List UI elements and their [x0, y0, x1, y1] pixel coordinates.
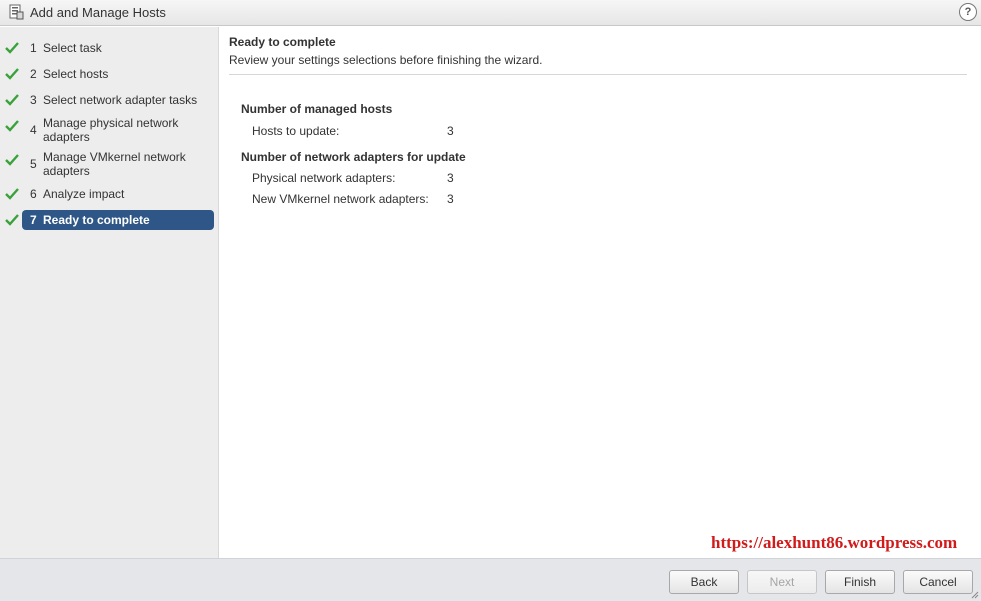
hosts-wizard-icon [9, 4, 24, 20]
step-number: 1 [30, 41, 37, 55]
step-label: Select network adapter tasks [43, 93, 198, 107]
step-number: 4 [30, 123, 37, 137]
step-number: 7 [30, 213, 37, 227]
divider [229, 74, 967, 75]
physical-adapters-value: 3 [447, 171, 454, 185]
physical-adapters-label: Physical network adapters: [252, 171, 396, 185]
watermark-url: https://alexhunt86.wordpress.com [711, 533, 958, 552]
step-label: Ready to complete [43, 213, 150, 227]
check-icon [5, 120, 19, 132]
resize-grip-icon[interactable] [971, 591, 979, 599]
page-title: Ready to complete [229, 35, 336, 49]
step-label: Select hosts [43, 67, 109, 81]
wizard-footer: Back Next Finish Cancel [0, 558, 981, 601]
step-label: Analyze impact [43, 187, 125, 201]
finish-button[interactable]: Finish [825, 570, 895, 594]
back-button[interactable]: Back [669, 570, 739, 594]
check-icon [5, 68, 19, 80]
check-icon [5, 214, 19, 226]
step-number: 6 [30, 187, 37, 201]
cancel-button[interactable]: Cancel [903, 570, 973, 594]
step-number: 3 [30, 93, 37, 107]
step-label: Manage physical network adapters [43, 116, 179, 144]
hosts-to-update-label: Hosts to update: [252, 124, 340, 138]
section-title-network-adapters: Number of network adapters for update [241, 150, 466, 164]
title-bar: Add and Manage Hosts ? [0, 0, 981, 26]
step-label: Select task [43, 41, 102, 55]
vmkernel-adapters-value: 3 [447, 192, 454, 206]
check-icon [5, 154, 19, 166]
wizard-steps-sidebar: 1 Select task 2 Select hosts 3 Select ne… [0, 27, 219, 558]
section-title-managed-hosts: Number of managed hosts [241, 102, 393, 116]
page-subtitle: Review your settings selections before f… [229, 53, 543, 67]
window-title: Add and Manage Hosts [30, 5, 166, 20]
vmkernel-adapters-label: New VMkernel network adapters: [252, 192, 429, 206]
step-label: Manage VMkernel network adapters [43, 150, 186, 178]
next-button[interactable]: Next [747, 570, 817, 594]
step-number: 2 [30, 67, 37, 81]
check-icon [5, 42, 19, 54]
check-icon [5, 94, 19, 106]
step-number: 5 [30, 157, 37, 171]
check-icon [5, 188, 19, 200]
hosts-to-update-value: 3 [447, 124, 454, 138]
help-icon[interactable]: ? [959, 3, 977, 21]
